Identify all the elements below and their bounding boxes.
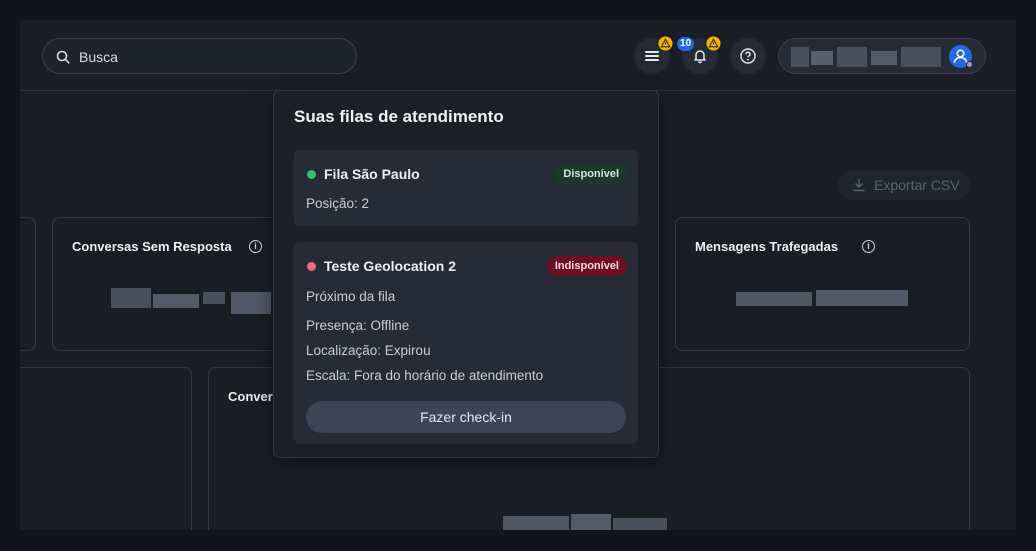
help-button[interactable] (730, 38, 766, 74)
queue-location: Localização: Expirou (306, 343, 431, 358)
redacted-value (203, 292, 225, 304)
card-title: Conver (228, 389, 273, 404)
notifications-count-badge: 10 (677, 37, 694, 51)
queues-popover: Suas filas de atendimento Fila São Paulo… (273, 90, 659, 458)
help-icon (740, 48, 756, 64)
info-icon[interactable]: i (862, 240, 875, 253)
presence-dot (966, 61, 973, 68)
redacted-value (613, 518, 667, 530)
trafficked-messages-card: Mensagens Trafegadas i (675, 217, 970, 351)
search-placeholder: Busca (79, 49, 118, 65)
queue-name: Teste Geolocation 2 (324, 258, 456, 274)
redacted-value (816, 290, 908, 306)
export-csv-button[interactable]: Exportar CSV (838, 170, 970, 200)
redacted-block (791, 47, 809, 67)
queue-presence: Presença: Offline (306, 318, 410, 333)
queue-status-line: Próximo da fila (306, 289, 396, 304)
info-icon[interactable]: i (249, 240, 262, 253)
status-dot (307, 170, 316, 179)
queue-name: Fila São Paulo (324, 166, 420, 182)
status-dot (307, 262, 316, 271)
queue-card: Teste Geolocation 2 Indisponível Próximo… (294, 242, 638, 444)
redacted-block (811, 51, 833, 65)
redacted-value (736, 292, 812, 306)
check-in-button[interactable]: Fazer check-in (306, 401, 626, 433)
search-input[interactable]: Busca (42, 38, 357, 74)
download-icon (853, 179, 865, 192)
card-title: Conversas Sem Resposta (72, 239, 232, 254)
queue-position: Posição: 2 (306, 196, 370, 211)
redacted-value (111, 288, 151, 308)
queue-schedule: Escala: Fora do horário de atendimento (306, 368, 544, 383)
warning-icon (658, 36, 673, 51)
metric-card (20, 217, 36, 351)
card-title: Mensagens Trafegadas (695, 239, 839, 254)
redacted-block (837, 47, 867, 67)
warning-icon (706, 36, 721, 51)
redacted-value (153, 294, 199, 308)
redacted-value (571, 514, 611, 530)
queue-card: Fila São Paulo Disponível Posição: 2 (294, 150, 638, 226)
redacted-block (871, 51, 897, 65)
unanswered-conversations-card: Conversas Sem Resposta i (52, 217, 292, 351)
status-badge: Indisponível (546, 256, 627, 276)
redacted-block (901, 47, 941, 67)
status-badge: Disponível (555, 164, 627, 184)
chart-card (20, 367, 192, 530)
export-csv-label: Exportar CSV (874, 177, 960, 193)
redacted-value (503, 516, 569, 530)
user-menu[interactable] (778, 38, 986, 74)
popover-title: Suas filas de atendimento (294, 107, 504, 126)
search-icon (56, 50, 70, 64)
redacted-value (231, 292, 271, 314)
